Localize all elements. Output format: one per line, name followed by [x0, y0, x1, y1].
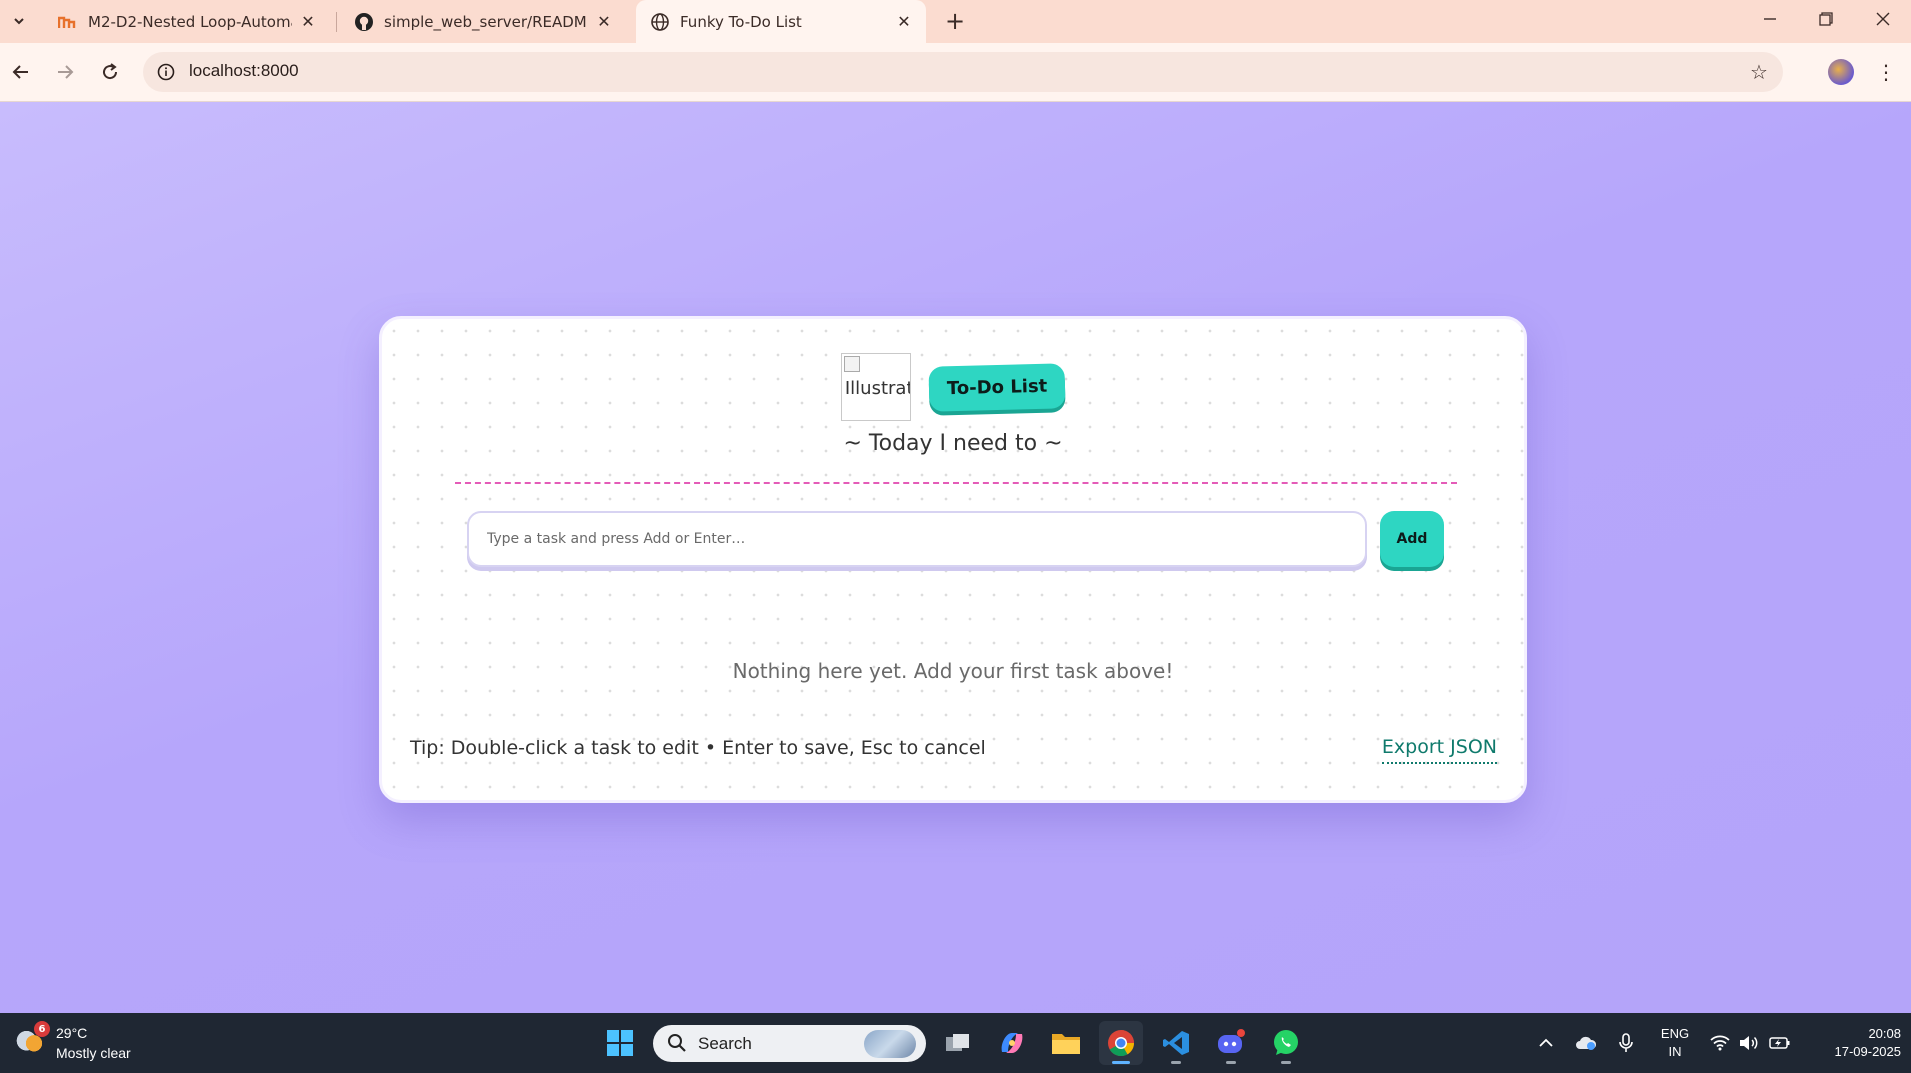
illustration-image: Illustration [840, 353, 911, 421]
tab-m2-d2[interactable]: M2-D2-Nested Loop-Automata ✕ [44, 0, 330, 43]
running-indicator [1281, 1061, 1291, 1064]
browser-toolbar: localhost:8000 ☆ ⋮ [0, 43, 1911, 102]
tab-readme[interactable]: simple_web_server/README.md ✕ [340, 0, 626, 43]
task-view-icon[interactable] [936, 1021, 980, 1065]
profile-avatar[interactable] [1828, 59, 1854, 85]
todo-card: Illustration To-Do List ~ Today I need t… [379, 316, 1527, 803]
microphone-icon[interactable] [1614, 1031, 1638, 1055]
minimize-icon[interactable] [1742, 0, 1798, 38]
empty-state-message: Nothing here yet. Add your first task ab… [732, 659, 1174, 683]
weather-temperature: 29°C [56, 1025, 88, 1041]
clock-time: 20:08 [1868, 1026, 1901, 1041]
taskbar-clock[interactable]: 20:08 17-09-2025 [1805, 1025, 1902, 1061]
page-background: Illustration To-Do List ~ Today I need t… [0, 102, 1911, 1013]
back-arrow-icon[interactable] [4, 55, 38, 89]
language-code: ENG [1660, 1026, 1690, 1041]
url-text[interactable]: localhost:8000 [189, 61, 299, 81]
add-button[interactable]: Add [1380, 511, 1444, 567]
whatsapp-icon[interactable] [1264, 1021, 1308, 1065]
wifi-icon[interactable] [1708, 1031, 1732, 1055]
copilot-icon[interactable] [990, 1021, 1034, 1065]
export-json-link[interactable]: Export JSON [1381, 736, 1497, 764]
onedrive-cloud-icon[interactable] [1574, 1031, 1598, 1055]
taskbar-search[interactable]: Search [653, 1025, 926, 1062]
running-indicator [1112, 1061, 1130, 1064]
tab-title: simple_web_server/README.md [384, 12, 588, 31]
weather-badge: 6 [34, 1021, 50, 1037]
discord-icon[interactable] [1209, 1021, 1253, 1065]
tip-text: Tip: Double-click a task to edit • Enter… [410, 737, 986, 759]
language-indicator[interactable]: ENG IN [1657, 1025, 1693, 1061]
search-highlight-image [864, 1030, 916, 1058]
tab-close-icon[interactable]: ✕ [298, 12, 318, 32]
chrome-icon[interactable] [1099, 1021, 1143, 1065]
task-input[interactable] [467, 511, 1367, 567]
tab-title: Funky To-Do List [680, 12, 802, 31]
todo-list-badge: To-Do List [928, 362, 1066, 412]
address-bar[interactable]: localhost:8000 ☆ [143, 52, 1783, 92]
tab-close-icon[interactable]: ✕ [594, 12, 614, 32]
tab-funky-todo[interactable]: Funky To-Do List ✕ [636, 0, 926, 43]
bookmark-star-icon[interactable]: ☆ [1747, 60, 1771, 84]
reload-icon[interactable] [93, 55, 127, 89]
browser-tabstrip: M2-D2-Nested Loop-Automata ✕ simple_web_… [0, 0, 1911, 43]
search-icon [668, 1034, 686, 1052]
tab-search-chevron-icon[interactable] [6, 8, 32, 34]
subtitle: ~ Today I need to ~ [843, 431, 1063, 456]
close-window-icon[interactable] [1855, 0, 1911, 38]
card-header: Illustration To-Do List [382, 353, 1524, 421]
tab-title: M2-D2-Nested Loop-Automata [88, 12, 292, 31]
browser-menu-icon[interactable]: ⋮ [1874, 55, 1898, 89]
tab-separator [336, 12, 337, 32]
file-explorer-icon[interactable] [1044, 1021, 1088, 1065]
weather-widget[interactable]: 6 29°C Mostly clear [14, 1021, 154, 1065]
masai-icon [58, 12, 78, 32]
broken-image-icon [843, 356, 860, 372]
new-tab-plus-icon[interactable]: + [940, 6, 970, 36]
globe-icon [650, 12, 670, 32]
github-icon [354, 12, 374, 32]
running-indicator [1226, 1061, 1236, 1064]
restore-icon[interactable] [1798, 0, 1854, 38]
language-region: IN [1668, 1044, 1682, 1059]
running-indicator [1171, 1061, 1181, 1064]
clock-date: 17-09-2025 [1834, 1044, 1902, 1059]
forward-arrow-icon[interactable] [48, 55, 82, 89]
illustration-alt-text: Illustration [844, 378, 910, 399]
dashed-divider [455, 482, 1457, 484]
tray-chevron-up-icon[interactable] [1534, 1031, 1558, 1055]
volume-icon[interactable] [1737, 1031, 1761, 1055]
search-label: Search [698, 1034, 752, 1053]
weather-condition: Mostly clear [56, 1045, 131, 1061]
taskbar: 6 29°C Mostly clear Search ENG IN 20:08 … [0, 1013, 1911, 1073]
vscode-icon[interactable] [1154, 1021, 1198, 1065]
windows-start-icon[interactable] [598, 1021, 642, 1065]
site-info-icon[interactable] [155, 61, 177, 83]
tab-close-icon[interactable]: ✕ [894, 12, 914, 32]
battery-charging-icon[interactable] [1768, 1031, 1792, 1055]
